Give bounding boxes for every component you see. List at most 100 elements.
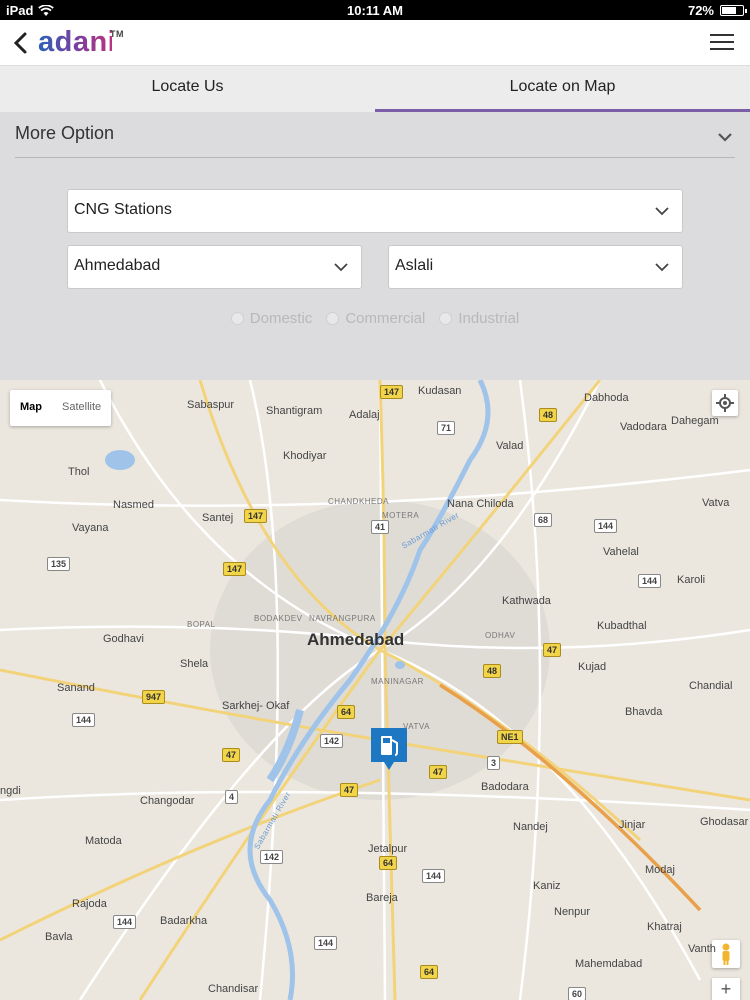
place-label: ngdi: [0, 785, 21, 797]
highway-shield: 64: [379, 856, 398, 870]
station-type-value: CNG Stations: [74, 201, 172, 218]
radio-circle[interactable]: [439, 312, 453, 325]
highway-shield: 71: [437, 421, 456, 435]
station-type-select[interactable]: CNG Stations: [67, 189, 683, 233]
highway-shield: 3: [487, 756, 501, 770]
place-label: Khatraj: [647, 921, 682, 933]
map-type-satellite[interactable]: Satellite: [52, 390, 111, 426]
city-label: Ahmedabad: [307, 630, 405, 649]
area-value: Aslali: [395, 257, 434, 274]
highway-shield: 48: [483, 664, 502, 678]
highway-shield: 144: [594, 519, 618, 533]
adani-logo: adani TM: [38, 25, 124, 65]
place-label: Kathwada: [502, 595, 551, 607]
area-label: NAVRANGPURA: [309, 614, 376, 623]
street-view-pegman[interactable]: [712, 940, 740, 968]
highway-shield: 47: [340, 783, 359, 797]
my-location-button[interactable]: [712, 390, 738, 416]
area-label: CHANDKHEDA: [328, 497, 390, 506]
battery-icon: [720, 5, 747, 16]
battery-percent: 72%: [687, 3, 714, 18]
highway-shield: 47: [222, 748, 241, 762]
place-label: Dahegam: [671, 415, 719, 427]
place-label: Nenpur: [554, 906, 591, 918]
place-label: Godhavi: [103, 633, 144, 645]
place-label: Khodiyar: [283, 450, 327, 462]
highway-shield: 47: [429, 765, 448, 779]
back-arrow-icon[interactable]: [10, 29, 34, 57]
highway-shield: 144: [72, 713, 96, 727]
area-label: BOPAL: [187, 620, 216, 629]
radio-circle[interactable]: [230, 312, 244, 325]
clock: 10:11 AM: [347, 3, 403, 18]
logo-trademark: TM: [110, 29, 124, 39]
place-label: Chandial: [689, 680, 733, 692]
chevron-down-icon: [718, 133, 732, 142]
highway-shield: 147: [223, 562, 247, 576]
connection-type-radios: Domestic Commercial Industrial: [0, 310, 750, 327]
tab-locate-on-map[interactable]: Locate on Map: [375, 66, 750, 112]
chevron-down-icon: [334, 263, 348, 272]
place-label: Santej: [202, 512, 234, 524]
place-label: Vanth: [688, 943, 716, 955]
highway-shield: 64: [420, 965, 439, 979]
place-label: Rajoda: [72, 898, 107, 910]
city-select[interactable]: Ahmedabad: [67, 245, 362, 289]
more-option-toggle[interactable]: More Option: [15, 120, 735, 158]
radio-domestic[interactable]: Domestic: [230, 310, 312, 327]
crosshair-icon: [716, 394, 734, 412]
place-label: Modaj: [645, 864, 675, 876]
highway-shield: 135: [47, 557, 71, 571]
highway-shield: 147: [244, 509, 268, 523]
map-type-toggle: Map Satellite: [10, 390, 112, 426]
radio-industrial[interactable]: Industrial: [439, 310, 519, 327]
zoom-in-button[interactable]: +: [712, 978, 740, 1000]
map-view[interactable]: Map Satellite + Sabaspur Shantigram Adal…: [0, 380, 750, 1000]
radio-circle[interactable]: [326, 312, 340, 325]
place-label: Valad: [496, 440, 524, 452]
place-label: Nandej: [513, 821, 548, 833]
place-label: Kujad: [578, 661, 607, 673]
place-label: Vatva: [702, 497, 730, 509]
place-label: Dabhoda: [584, 392, 629, 404]
cng-station-marker[interactable]: [371, 728, 407, 772]
place-label: Karoli: [677, 574, 706, 586]
tab-locate-us[interactable]: Locate Us: [0, 66, 375, 112]
area-label: VATVA: [403, 722, 430, 731]
pegman-icon: [722, 943, 730, 965]
more-option-label: More Option: [15, 123, 115, 143]
place-label: Chandisar: [208, 983, 259, 995]
place-label: Shantigram: [266, 405, 323, 417]
highway-shield: 60: [568, 987, 587, 1000]
map-canvas: [0, 380, 750, 1000]
area-select[interactable]: Aslali: [388, 245, 683, 289]
highway-shield: 41: [371, 520, 390, 534]
highway-shield: 68: [534, 513, 553, 527]
place-label: Sanand: [57, 682, 95, 694]
place-label: Changodar: [140, 795, 195, 807]
place-label: Nasmed: [113, 499, 154, 511]
radio-commercial[interactable]: Commercial: [326, 310, 425, 327]
highway-shield: 144: [638, 574, 662, 588]
place-label: Adalaj: [349, 409, 380, 421]
place-label: Sabaspur: [187, 399, 235, 411]
chevron-down-icon: [655, 263, 669, 272]
place-label: Vahelal: [603, 546, 639, 558]
highway-shield: 47: [543, 643, 562, 657]
place-label: Bhavda: [625, 706, 663, 718]
logo-text: adani: [38, 26, 112, 57]
place-label: Jinjar: [619, 819, 646, 831]
highway-shield: 142: [320, 734, 344, 748]
fuel-pump-icon: [371, 728, 407, 770]
more-options-panel: More Option CNG Stations Ahmedabad Aslal…: [0, 112, 750, 380]
radio-label: Commercial: [345, 310, 426, 327]
place-label: Vayana: [72, 522, 109, 534]
hamburger-menu-icon[interactable]: [710, 34, 734, 52]
place-label: Sarkhej- Okaf: [222, 700, 290, 712]
place-label: Mahemdabad: [575, 958, 643, 970]
place-label: Bareja: [366, 892, 398, 904]
map-type-map[interactable]: Map: [10, 390, 52, 426]
highway-shield: 142: [260, 850, 284, 864]
app-bar: adani TM: [0, 20, 750, 66]
highway-shield: 144: [314, 936, 338, 950]
